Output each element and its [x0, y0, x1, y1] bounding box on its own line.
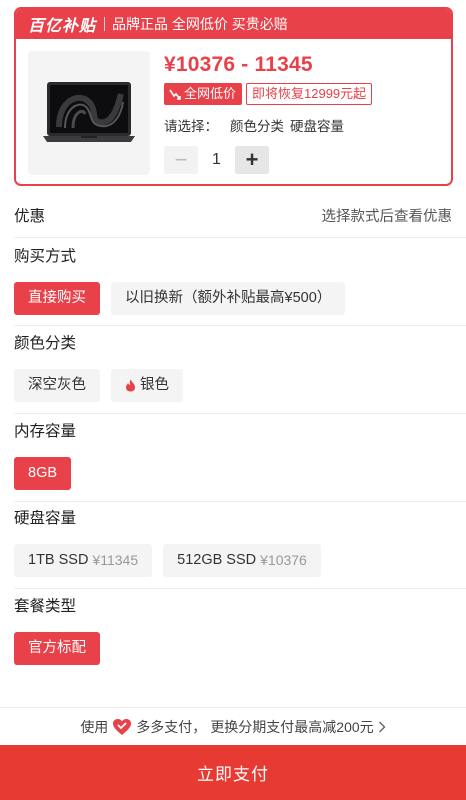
option-1tb[interactable]: 1TB SSD ¥11345	[14, 544, 153, 577]
price-range: ¥10376 - 11345	[164, 53, 313, 76]
color-section: 颜色分类 深空灰色 银色	[0, 333, 466, 402]
quantity-value[interactable]: 1	[198, 151, 235, 169]
quantity-stepper: − 1 +	[164, 146, 269, 174]
selection-prompt: 请选择： 颜色分类 硬盘容量	[164, 115, 344, 135]
discount-row[interactable]: 优惠 选择款式后查看优惠	[0, 196, 466, 234]
heart-pay-icon	[113, 718, 132, 735]
option-1tb-label: 1TB SSD	[28, 552, 89, 568]
option-official-standard[interactable]: 官方标配	[14, 632, 100, 665]
divider	[14, 325, 466, 326]
option-512gb-label: 512GB SSD	[177, 552, 257, 568]
option-512gb-price: ¥10376	[260, 552, 307, 568]
select-prompt-label: 请选择：	[164, 119, 218, 134]
chevron-right-icon	[378, 721, 386, 732]
option-space-gray[interactable]: 深空灰色	[14, 369, 100, 402]
decrease-quantity-button[interactable]: −	[164, 146, 198, 174]
divider	[14, 501, 466, 502]
storage-section: 硬盘容量 1TB SSD ¥11345 512GB SSD ¥10376	[0, 508, 466, 577]
discount-hint: 选择款式后查看优惠	[321, 208, 453, 225]
memory-section: 内存容量 8GB	[0, 421, 466, 490]
product-card: 百亿补贴 品牌正品 全网低价 买贵必赔 ¥10376 - 11345 全网低价 …	[14, 7, 453, 186]
option-direct-buy[interactable]: 直接购买	[14, 282, 100, 315]
subsidy-brand: 百亿补贴	[28, 18, 97, 35]
laptop-image	[43, 82, 135, 142]
option-1tb-price: ¥11345	[92, 552, 139, 568]
bundle-title: 套餐类型	[14, 598, 77, 615]
pay-now-button[interactable]: 立即支付	[0, 745, 466, 800]
divider	[14, 413, 466, 414]
increase-quantity-button[interactable]: +	[235, 146, 269, 174]
color-title: 颜色分类	[14, 335, 77, 352]
storage-title: 硬盘容量	[14, 510, 77, 527]
product-thumbnail[interactable]	[28, 51, 150, 175]
price-tags: 全网低价 即将恢复12999元起	[164, 83, 373, 105]
option-512gb[interactable]: 512GB SSD ¥10376	[163, 544, 321, 577]
payment-method-note[interactable]: 使用 多多支付， 更换分期支付最高减200元	[0, 707, 466, 745]
trend-down-icon	[169, 89, 181, 100]
lowest-price-label: 全网低价	[184, 86, 237, 101]
pay-method-label: 多多支付，	[136, 718, 207, 735]
flame-icon	[126, 379, 135, 392]
lowest-price-tag: 全网低价	[164, 83, 243, 105]
option-silver-label: 银色	[140, 377, 169, 393]
option-silver[interactable]: 银色	[111, 369, 183, 402]
bundle-section: 套餐类型 官方标配	[0, 596, 466, 665]
select-color-label: 颜色分类	[230, 119, 284, 134]
discount-title: 优惠	[14, 208, 46, 225]
pay-note-prefix: 使用	[80, 718, 109, 735]
purchase-method-section: 购买方式 直接购买 以旧换新（额外补贴最高¥500）	[0, 246, 466, 315]
price-restore-tag: 即将恢复12999元起	[246, 83, 373, 105]
subsidy-slogan: 品牌正品 全网低价 买贵必赔	[112, 16, 288, 32]
subsidy-banner: 百亿补贴 品牌正品 全网低价 买贵必赔	[16, 9, 451, 39]
select-storage-label: 硬盘容量	[290, 119, 344, 134]
divider	[14, 237, 466, 238]
option-trade-in[interactable]: 以旧换新（额外补贴最高¥500）	[111, 282, 346, 315]
banner-divider	[104, 17, 106, 31]
purchase-method-title: 购买方式	[14, 248, 77, 265]
divider	[14, 588, 466, 589]
pay-note-suffix: 更换分期支付最高减200元	[210, 718, 374, 735]
option-8gb[interactable]: 8GB	[14, 457, 72, 490]
memory-title: 内存容量	[14, 423, 77, 440]
